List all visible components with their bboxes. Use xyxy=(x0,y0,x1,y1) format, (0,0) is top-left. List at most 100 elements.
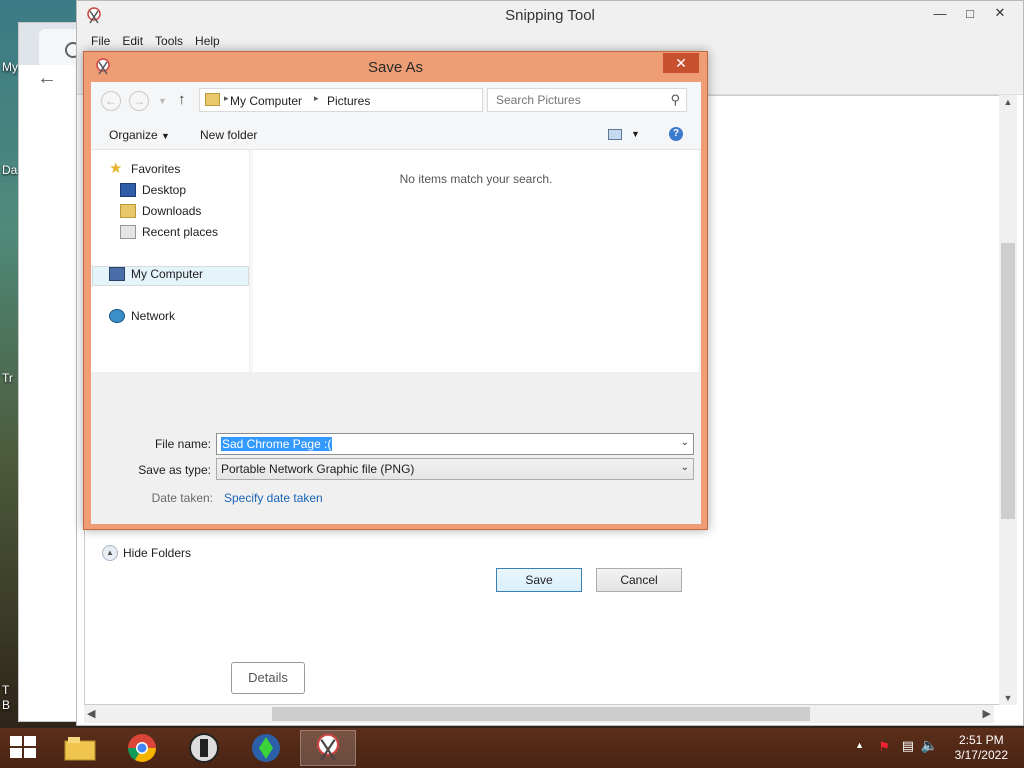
snipping-tool-titlebar: Snipping Tool — □ ✕ xyxy=(77,1,1023,31)
save-as-type-label: Save as type: xyxy=(138,463,211,477)
menu-bar: File Edit Tools Help xyxy=(77,31,1023,53)
desktop-label-1: My xyxy=(2,60,18,74)
empty-results-message: No items match your search. xyxy=(399,172,553,186)
breadcrumb-separator-icon[interactable]: ▸ xyxy=(314,93,319,104)
show-hidden-icons-chevron-icon[interactable]: ▲ xyxy=(855,740,864,750)
network-status-icon[interactable]: ▤ xyxy=(902,738,914,754)
nav-my-computer[interactable]: My Computer xyxy=(109,267,203,281)
nav-network-label: Network xyxy=(131,309,176,323)
file-name-field[interactable]: Sad Chrome Page :( ⌄ xyxy=(216,433,694,455)
snipping-tool-icon xyxy=(316,733,340,761)
address-bar[interactable]: ▸ My Computer ▸ Pictures ⌄ ↻ xyxy=(199,88,578,112)
scroll-down-icon[interactable]: ▼ xyxy=(999,693,1017,703)
minimize-button[interactable]: — xyxy=(925,1,955,25)
save-button[interactable]: Save xyxy=(496,568,582,592)
horizontal-scroll-thumb[interactable] xyxy=(272,707,810,721)
dialog-title: Save As xyxy=(367,59,424,76)
file-name-value[interactable]: Sad Chrome Page :( xyxy=(221,437,333,451)
file-explorer-icon xyxy=(64,737,96,761)
system-clock[interactable]: 2:51 PM 3/17/2022 xyxy=(955,733,1008,763)
nav-recent-places[interactable]: Recent places xyxy=(120,225,218,239)
nav-forward-button[interactable]: → xyxy=(129,91,149,111)
breadcrumb-separator-icon[interactable]: ▸ xyxy=(224,93,229,104)
search-input[interactable] xyxy=(494,90,664,110)
horizontal-scrollbar[interactable]: ◀ ▶ xyxy=(84,705,994,723)
nav-my-computer-label: My Computer xyxy=(131,267,204,281)
taskbar-snipping-tool[interactable] xyxy=(300,730,356,766)
scroll-right-icon[interactable]: ▶ xyxy=(983,707,991,720)
desktop-label-3: Tr xyxy=(2,371,13,385)
desktop-icon xyxy=(120,183,136,197)
start-button[interactable] xyxy=(10,736,38,760)
windows-logo-pane xyxy=(24,748,36,758)
taskbar-app-3[interactable] xyxy=(176,730,232,766)
taskbar-chrome[interactable] xyxy=(114,730,170,766)
taskbar-app-4[interactable] xyxy=(238,730,294,766)
organize-menu[interactable]: Organize ▼ xyxy=(109,128,170,142)
organize-label: Organize xyxy=(109,128,158,142)
command-bar: Organize ▼ New folder ▼ ? xyxy=(91,120,701,150)
navigation-pane: ★ Favorites Desktop Downloads Recent pla… xyxy=(91,150,249,372)
help-icon[interactable]: ? xyxy=(669,127,683,141)
maximize-button[interactable]: □ xyxy=(955,1,985,25)
helmet-app-icon xyxy=(189,733,219,763)
chevron-down-icon: ▼ xyxy=(161,131,170,141)
collapse-up-icon: ▲ xyxy=(102,545,118,561)
recent-locations-chevron-icon[interactable]: ▼ xyxy=(158,96,167,106)
address-row: ← → ▼ ↑ ▸ My Computer ▸ Pictures ⌄ ↻ ⚲ xyxy=(91,82,701,120)
save-as-dialog: Save As ✕ ← → ▼ ↑ ▸ My Computer ▸ Pictur… xyxy=(83,51,708,592)
clock-time: 2:51 PM xyxy=(958,733,1004,747)
breadcrumb-my-computer[interactable]: My Computer xyxy=(230,94,302,108)
action-center-flag-icon[interactable]: ⚑ xyxy=(878,739,890,755)
save-as-type-select[interactable]: Portable Network Graphic file (PNG) ⌄ xyxy=(216,458,694,480)
taskbar: ▲ ⚑ ▤ 🔈 2:51 PM 3/17/2022 xyxy=(0,728,1024,768)
file-name-dropdown-icon[interactable]: ⌄ xyxy=(681,437,689,448)
details-button[interactable]: Details xyxy=(231,662,305,694)
new-folder-button[interactable]: New folder xyxy=(200,128,257,142)
file-name-label: File name: xyxy=(154,437,211,451)
dialog-body: ← → ▼ ↑ ▸ My Computer ▸ Pictures ⌄ ↻ ⚲ O… xyxy=(91,82,701,592)
computer-icon xyxy=(109,267,125,281)
gem-app-icon xyxy=(252,734,280,762)
nav-downloads[interactable]: Downloads xyxy=(120,204,201,218)
chrome-icon xyxy=(128,734,156,762)
nav-back-button[interactable]: ← xyxy=(101,91,121,111)
recent-places-icon xyxy=(120,225,136,239)
windows-logo-icon xyxy=(10,736,22,746)
file-list-pane[interactable]: No items match your search. xyxy=(253,150,699,372)
clock-date: 3/17/2022 xyxy=(954,748,1008,762)
taskbar-file-explorer[interactable] xyxy=(52,730,108,766)
network-icon xyxy=(109,309,125,323)
window-title: Snipping Tool xyxy=(505,7,595,24)
close-button[interactable]: ✕ xyxy=(985,1,1015,25)
nav-desktop-label: Desktop xyxy=(142,183,187,197)
hide-folders-label: Hide Folders xyxy=(123,546,192,560)
cancel-button[interactable]: Cancel xyxy=(596,568,682,592)
windows-logo-pane xyxy=(24,736,36,746)
search-icon[interactable]: ⚲ xyxy=(670,92,680,108)
nav-favorites-label: Favorites xyxy=(131,162,181,176)
specify-date-taken-link[interactable]: Specify date taken xyxy=(224,491,323,505)
star-icon: ★ xyxy=(109,160,123,177)
nav-network[interactable]: Network xyxy=(109,309,175,323)
change-view-icon[interactable] xyxy=(608,129,622,140)
up-arrow-icon[interactable]: ↑ xyxy=(178,91,186,108)
vertical-scroll-thumb[interactable] xyxy=(1001,243,1015,519)
vertical-scrollbar[interactable]: ▲ ▼ xyxy=(999,95,1017,705)
save-as-type-dropdown-icon[interactable]: ⌄ xyxy=(681,462,689,473)
nav-favorites[interactable]: ★ Favorites xyxy=(109,160,181,177)
dialog-close-button[interactable]: ✕ xyxy=(663,53,699,73)
search-box[interactable]: ⚲ xyxy=(487,88,687,112)
windows-logo-pane xyxy=(10,748,22,758)
nav-desktop[interactable]: Desktop xyxy=(120,183,186,197)
hide-folders-toggle[interactable]: ▲ Hide Folders xyxy=(102,545,191,561)
volume-icon[interactable]: 🔈 xyxy=(921,737,938,754)
scroll-left-icon[interactable]: ◀ xyxy=(87,707,95,720)
downloads-folder-icon xyxy=(120,204,136,218)
desktop-label-2: Da xyxy=(2,163,18,177)
date-taken-label: Date taken: xyxy=(151,491,213,505)
back-arrow-icon[interactable]: ← xyxy=(37,67,57,90)
view-dropdown-icon[interactable]: ▼ xyxy=(631,129,640,139)
breadcrumb-pictures[interactable]: Pictures xyxy=(327,94,370,108)
scroll-up-icon[interactable]: ▲ xyxy=(999,97,1017,107)
